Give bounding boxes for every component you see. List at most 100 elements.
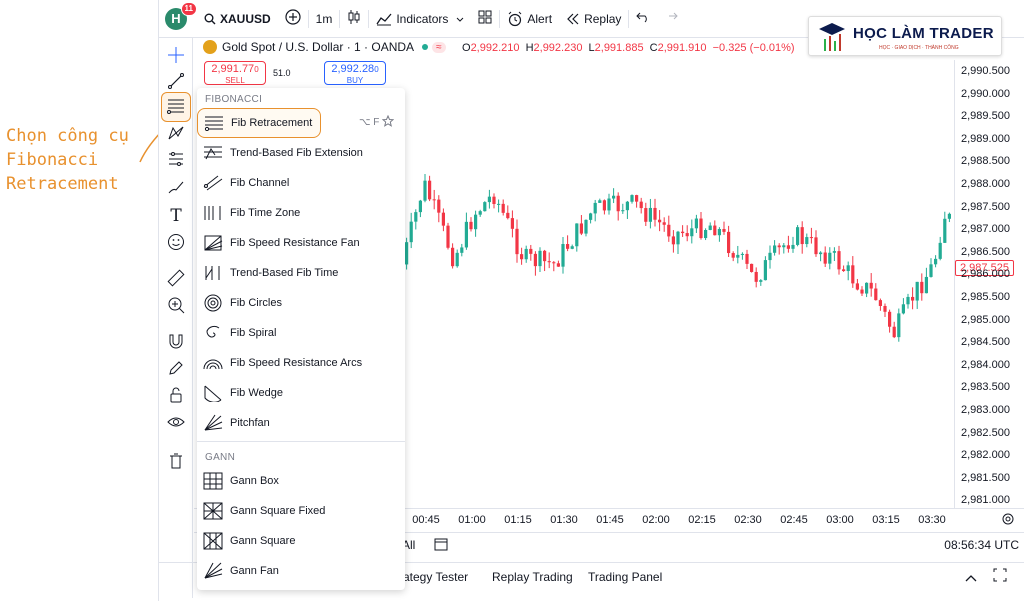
hide-drawings-tool[interactable] bbox=[164, 411, 188, 435]
lock-drawings-tool[interactable] bbox=[164, 357, 188, 381]
candle-body bbox=[685, 233, 689, 237]
redo-button[interactable] bbox=[657, 0, 685, 38]
candle-body bbox=[589, 213, 593, 220]
candle-body bbox=[653, 207, 657, 220]
favorite-star-icon[interactable] bbox=[381, 114, 395, 130]
candle-body bbox=[607, 198, 611, 211]
menu-item-fib-wedge[interactable]: Fib Wedge bbox=[197, 378, 405, 408]
candle-body bbox=[920, 281, 924, 294]
menu-item-gann-box[interactable]: Gann Box bbox=[197, 466, 405, 496]
time-tick-label: 03:30 bbox=[918, 514, 946, 526]
settings-gear-icon[interactable] bbox=[1001, 512, 1015, 529]
lock-tool[interactable] bbox=[164, 384, 188, 408]
symbol-search[interactable]: XAUUSD bbox=[197, 0, 278, 38]
magnet-tool[interactable] bbox=[164, 330, 188, 354]
chart-type-button[interactable] bbox=[340, 0, 368, 38]
candle-body bbox=[727, 231, 731, 254]
time-tick-label: 03:15 bbox=[872, 514, 900, 526]
price-tick-label: 2,989.500 bbox=[961, 110, 1010, 123]
candle-body bbox=[497, 203, 501, 205]
candles-icon bbox=[347, 9, 361, 28]
brush-tool[interactable] bbox=[164, 176, 188, 200]
text-tool[interactable]: T bbox=[164, 204, 188, 228]
candle-body bbox=[814, 237, 818, 255]
price-tick-label: 2,984.000 bbox=[961, 358, 1010, 371]
tab-trading-panel[interactable]: Trading Panel bbox=[588, 570, 662, 584]
price-scale[interactable]: 2,987.525 2,990.500 2,990.000 2,989.500 2,9… bbox=[954, 60, 1024, 508]
calendar-icon[interactable] bbox=[434, 537, 448, 554]
candle-body bbox=[570, 246, 574, 249]
alarm-icon bbox=[507, 11, 523, 27]
price-tick-label: 2,990.500 bbox=[961, 65, 1010, 77]
replay-button[interactable]: Replay bbox=[559, 0, 628, 38]
candle-body bbox=[418, 200, 422, 213]
candle-body bbox=[722, 228, 726, 232]
candle-body bbox=[892, 326, 896, 338]
candle-body bbox=[690, 228, 694, 237]
candle-body bbox=[639, 201, 643, 209]
ohlc-values: O2,992.210 H2,992.230 L2,991.885 C2,991.… bbox=[462, 42, 795, 54]
tab-strategy-tester[interactable]: rategy Tester bbox=[399, 570, 468, 584]
menu-item-gann-square[interactable]: Gann Square bbox=[197, 526, 405, 556]
candle-body bbox=[759, 280, 763, 282]
menu-item-fib-fan[interactable]: Fib Speed Resistance Fan bbox=[197, 228, 405, 258]
clock-label[interactable]: 08:56:34 UTC bbox=[944, 538, 1019, 552]
indicators-button[interactable]: Indicators bbox=[369, 0, 471, 38]
menu-item-fib-extension[interactable]: Trend-Based Fib Extension bbox=[197, 138, 405, 168]
menu-item-fib-time[interactable]: Trend-Based Fib Time bbox=[197, 258, 405, 288]
forecast-tool[interactable] bbox=[164, 148, 188, 172]
zoom-tool[interactable] bbox=[164, 294, 188, 318]
menu-item-fib-retracement[interactable]: Fib Retracement bbox=[197, 108, 321, 138]
time-tick-label: 02:30 bbox=[734, 514, 762, 526]
undo-button[interactable] bbox=[629, 0, 657, 38]
trend-line-tool[interactable] bbox=[164, 70, 188, 94]
menu-item-fib-spiral[interactable]: Fib Spiral bbox=[197, 318, 405, 348]
menu-item-gann-fan[interactable]: Gann Fan bbox=[197, 556, 405, 586]
fib-retracement-icon bbox=[166, 97, 186, 118]
menu-item-fib-arcs[interactable]: Fib Speed Resistance Arcs bbox=[197, 348, 405, 378]
crosshair-tool[interactable] bbox=[164, 44, 188, 68]
chevron-up-icon[interactable] bbox=[965, 571, 977, 585]
sell-button[interactable]: 2,991.770 SELL bbox=[204, 61, 266, 85]
price-tick-label: 2,981.000 bbox=[961, 494, 1010, 507]
time-tick-label: 01:00 bbox=[458, 514, 486, 526]
ruler-icon bbox=[167, 269, 185, 290]
candle-body bbox=[846, 265, 850, 272]
candle-body bbox=[593, 202, 597, 214]
menu-item-fib-channel[interactable]: Fib Channel bbox=[197, 168, 405, 198]
alert-button[interactable]: Alert bbox=[500, 0, 559, 38]
icons-tool[interactable] bbox=[164, 231, 188, 255]
interval-button[interactable]: 1m bbox=[309, 0, 340, 38]
compare-button[interactable] bbox=[278, 0, 308, 38]
section-title-gann: GANN bbox=[205, 452, 236, 463]
time-tick-label: 01:15 bbox=[504, 514, 532, 526]
candle-body bbox=[451, 247, 455, 267]
buy-button[interactable]: 2,992.280 BUY bbox=[324, 61, 386, 85]
fib-tools-button[interactable] bbox=[161, 92, 191, 122]
chart-legend[interactable]: Gold Spot / U.S. Dollar · 1 · OANDA ≈ bbox=[203, 40, 446, 54]
menu-item-fib-time-zone[interactable]: Fib Time Zone bbox=[197, 198, 405, 228]
candle-body bbox=[791, 244, 795, 249]
candle-body bbox=[602, 200, 606, 211]
maximize-icon[interactable] bbox=[993, 568, 1007, 585]
templates-button[interactable] bbox=[471, 0, 499, 38]
delete-drawings-tool[interactable] bbox=[164, 450, 188, 474]
lock-icon bbox=[167, 386, 185, 407]
candle-body bbox=[579, 223, 583, 234]
candle-body bbox=[915, 281, 919, 301]
avatar[interactable]: H 11 bbox=[165, 1, 197, 30]
drawing-tools-rail: T bbox=[159, 38, 193, 598]
tab-replay-trading[interactable]: Replay Trading bbox=[492, 570, 573, 584]
menu-item-fib-circles[interactable]: Fib Circles bbox=[197, 288, 405, 318]
measure-tool[interactable] bbox=[164, 267, 188, 291]
candle-body bbox=[888, 311, 892, 327]
menu-item-pitchfan[interactable]: Pitchfan bbox=[197, 408, 405, 438]
menu-item-label: Fib Time Zone bbox=[230, 207, 301, 219]
menu-item-label: Fib Spiral bbox=[230, 327, 277, 339]
candle-body bbox=[763, 260, 767, 281]
price-tick-label: 2,987.000 bbox=[961, 223, 1010, 236]
time-tick-label: 02:45 bbox=[780, 514, 808, 526]
menu-item-gann-square-fixed[interactable]: Gann Square Fixed bbox=[197, 496, 405, 526]
candle-body bbox=[621, 210, 625, 212]
patterns-tool[interactable] bbox=[164, 122, 188, 146]
